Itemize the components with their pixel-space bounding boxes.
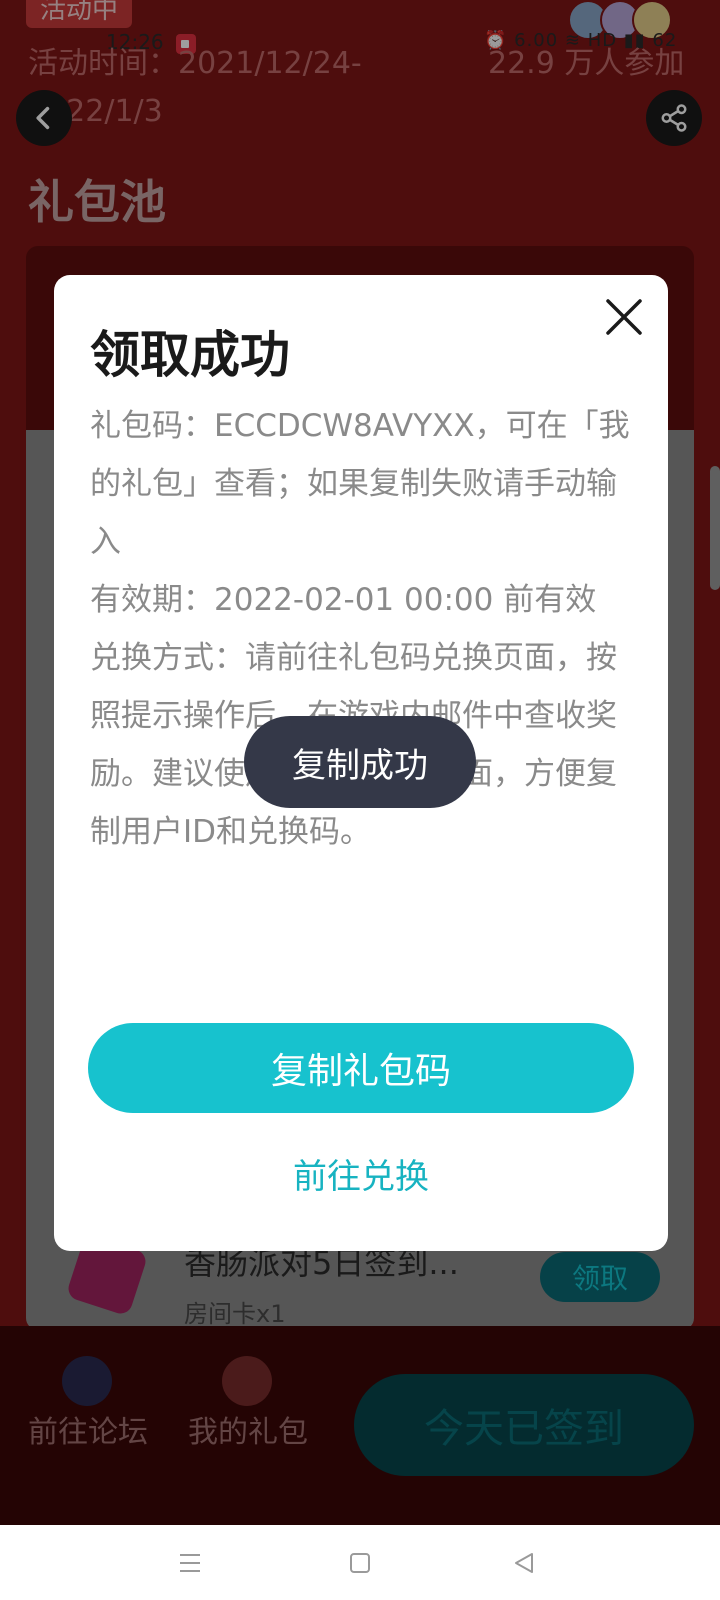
- copy-code-button[interactable]: 复制礼包码: [88, 1023, 634, 1113]
- close-button[interactable]: [598, 291, 650, 343]
- home-button[interactable]: [342, 1545, 378, 1581]
- validity-text: 有效期：2022-02-01 00:00 前有效: [90, 582, 597, 618]
- dialog-title: 领取成功: [90, 326, 290, 384]
- gift-code-text: 礼包码：ECCDCW8AVYXX，可在「我的礼包」查看；如果复制失败请手动输入: [90, 408, 630, 560]
- go-exchange-link[interactable]: 前往兑换: [54, 1149, 668, 1198]
- toast-message: 复制成功: [244, 716, 476, 808]
- square-icon: [350, 1553, 370, 1573]
- close-icon: [606, 299, 642, 335]
- triangle-back-icon: [515, 1553, 533, 1573]
- menu-button[interactable]: [172, 1545, 208, 1581]
- system-navigation-bar: [0, 1525, 720, 1600]
- menu-icon: [180, 1554, 200, 1572]
- system-back-button[interactable]: [506, 1545, 542, 1581]
